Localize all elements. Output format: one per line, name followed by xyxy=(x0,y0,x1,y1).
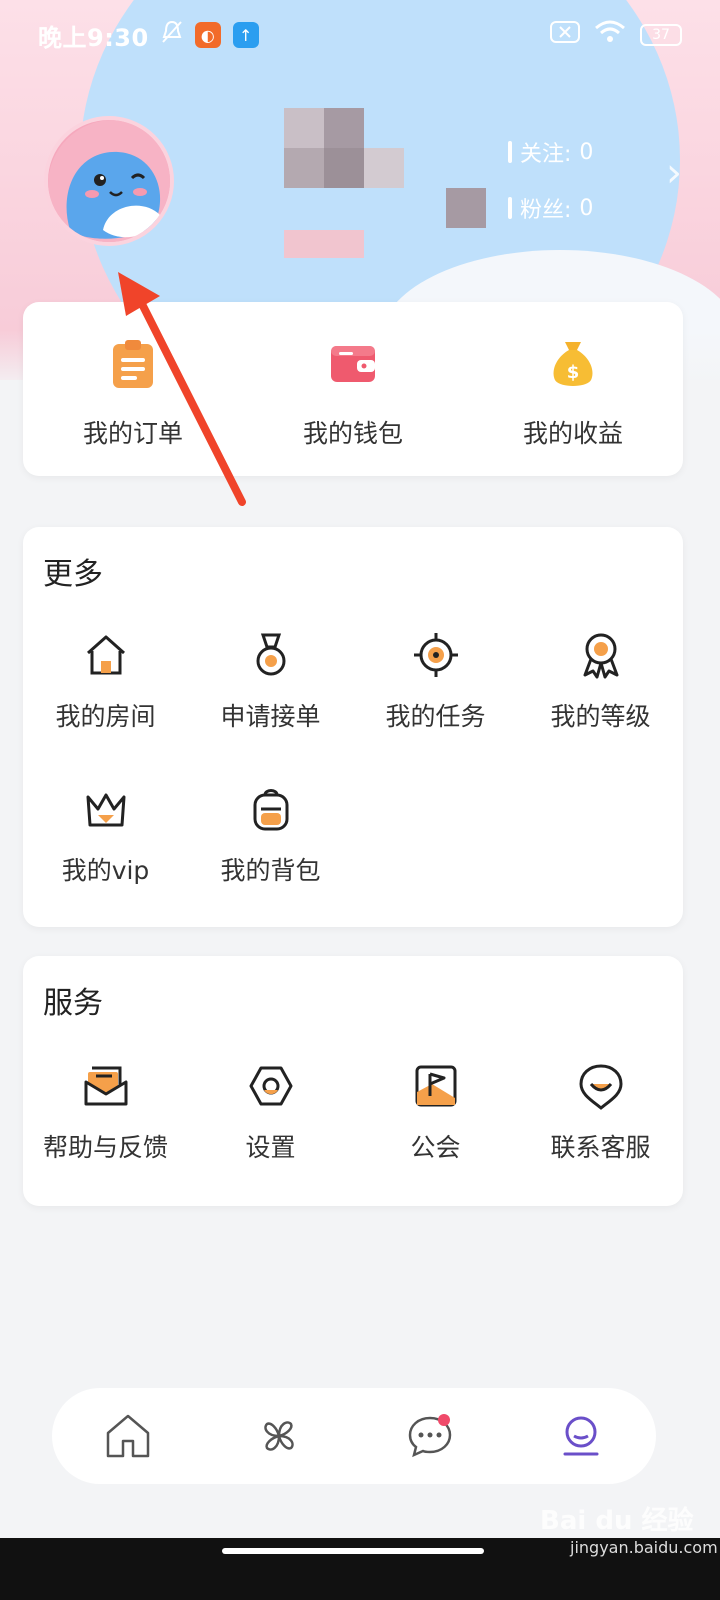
clipboard-icon xyxy=(113,340,153,388)
my-wallet-button[interactable]: 我的钱包 xyxy=(243,338,463,450)
chevron-right-icon[interactable]: › xyxy=(666,150,682,196)
followers-count: 0 xyxy=(579,195,594,221)
contact-support-label: 联系客服 xyxy=(550,1133,651,1162)
watermark-logo: Bai du 经验 xyxy=(540,1506,694,1536)
upload-notification-icon: ↑ xyxy=(232,22,259,48)
money-bag-icon: $ xyxy=(553,342,593,386)
my-tasks-button[interactable]: 我的任务 xyxy=(353,631,518,733)
svg-text:$: $ xyxy=(567,362,580,383)
badge-icon xyxy=(583,633,618,679)
my-level-label: 我的等级 xyxy=(550,702,651,731)
my-room-button[interactable]: 我的房间 xyxy=(23,631,188,733)
watermark-url: jingyan.baidu.com xyxy=(570,1538,718,1557)
mail-icon xyxy=(84,1066,127,1106)
bottom-navigation xyxy=(52,1388,656,1484)
my-backpack-button[interactable]: 我的背包 xyxy=(188,785,353,887)
my-backpack-label: 我的背包 xyxy=(220,856,321,885)
avatar[interactable] xyxy=(44,116,174,246)
service-card: 服务 帮助与反馈 设置 公会 联系客服 xyxy=(23,956,683,1206)
my-vip-label: 我的vip xyxy=(61,856,150,885)
followers-label: 粉丝: xyxy=(520,198,572,223)
my-tasks-label: 我的任务 xyxy=(385,702,486,731)
medal-icon xyxy=(256,633,285,676)
followers-divider xyxy=(508,197,512,219)
status-right: 37 xyxy=(550,20,682,50)
battery-level: 37 xyxy=(652,27,670,43)
contact-support-button[interactable]: 联系客服 xyxy=(518,1062,683,1164)
more-section-title: 更多 xyxy=(43,557,103,592)
settings-hex-icon xyxy=(249,1066,292,1106)
profile-icon xyxy=(563,1416,598,1456)
my-earnings-button[interactable]: $ 我的收益 xyxy=(463,338,683,450)
service-section-title: 服务 xyxy=(43,986,103,1021)
wallet-icon xyxy=(331,346,375,382)
apply-order-button[interactable]: 申请接单 xyxy=(188,631,353,733)
status-left: 晚上9:30 ◐ ↑ xyxy=(38,18,259,53)
nav-messages[interactable] xyxy=(390,1396,470,1476)
my-earnings-label: 我的收益 xyxy=(522,419,623,448)
my-level-button[interactable]: 我的等级 xyxy=(518,631,683,733)
more-card: 更多 我的房间 申请接单 我的任务 我的等级 我的vip 我的背包 xyxy=(23,527,683,927)
my-orders-button[interactable]: 我的订单 xyxy=(23,338,243,450)
status-bar: 晚上9:30 ◐ ↑ 37 xyxy=(0,0,720,70)
pinwheel-icon xyxy=(263,1421,294,1451)
chat-icon xyxy=(408,1414,451,1458)
app-notification-icon: ◐ xyxy=(194,22,221,48)
apply-order-label: 申请接单 xyxy=(220,702,321,731)
my-wallet-label: 我的钱包 xyxy=(302,419,403,448)
quick-actions-card: 我的订单 我的钱包 $ 我的收益 xyxy=(23,302,683,476)
following-count: 0 xyxy=(579,139,594,165)
battery-indicator: 37 xyxy=(640,24,682,46)
settings-button[interactable]: 设置 xyxy=(188,1062,353,1164)
my-vip-button[interactable]: 我的vip xyxy=(23,785,188,887)
help-feedback-label: 帮助与反馈 xyxy=(42,1133,168,1162)
home-indicator[interactable] xyxy=(222,1548,484,1554)
flag-icon xyxy=(415,1065,456,1107)
mute-icon xyxy=(161,20,183,50)
unread-dot xyxy=(437,1414,450,1426)
nav-profile[interactable] xyxy=(541,1396,621,1476)
settings-label: 设置 xyxy=(245,1133,296,1162)
my-room-label: 我的房间 xyxy=(55,702,156,731)
house-icon xyxy=(86,635,125,675)
following-divider xyxy=(508,141,512,163)
target-icon xyxy=(413,633,458,677)
help-feedback-button[interactable]: 帮助与反馈 xyxy=(23,1062,188,1164)
nav-discover[interactable] xyxy=(239,1396,319,1476)
status-time: 晚上9:30 xyxy=(38,23,149,52)
guild-button[interactable]: 公会 xyxy=(353,1062,518,1164)
support-icon xyxy=(578,1064,623,1110)
following-label: 关注: xyxy=(520,142,572,167)
sim-icon xyxy=(550,21,580,49)
wifi-icon xyxy=(594,20,626,50)
my-orders-label: 我的订单 xyxy=(82,419,183,448)
guild-label: 公会 xyxy=(410,1133,461,1162)
nav-home[interactable] xyxy=(88,1396,168,1476)
followers-stat[interactable]: 粉丝: 0 xyxy=(508,192,593,224)
backpack-icon xyxy=(253,789,288,831)
crown-icon xyxy=(86,793,125,827)
home-icon xyxy=(106,1414,149,1458)
following-stat[interactable]: 关注: 0 xyxy=(508,136,593,168)
